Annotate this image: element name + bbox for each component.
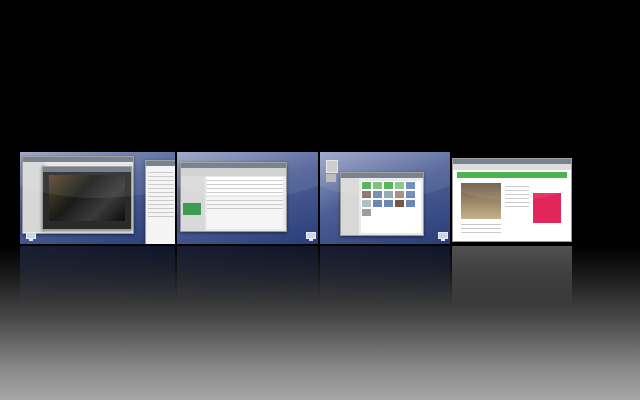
article-photo [461,183,501,219]
video-player-window[interactable] [42,166,132,230]
photo-grid [361,181,421,233]
trash-icon[interactable] [326,160,338,173]
workspace-1[interactable] [20,152,175,244]
video-frame [49,175,125,221]
site-header [457,172,567,178]
email-preview-pane [207,197,283,229]
web-browser-window[interactable] [452,158,572,242]
workspace-2[interactable] [177,152,318,244]
ad-banner[interactable] [533,193,561,223]
article-body [505,183,529,233]
workspace-reflection [20,246,572,306]
computer-icon[interactable] [305,232,317,242]
computer-icon[interactable] [25,232,37,242]
folder-icon[interactable] [326,174,336,182]
workspace-4[interactable] [452,158,572,242]
photo-browser-window[interactable] [340,172,424,236]
computer-icon[interactable] [437,232,449,242]
email-message-list [207,177,283,195]
contact-list [148,169,174,217]
photo-browser-sidebar [341,178,359,235]
email-client-window[interactable] [180,162,287,232]
browser-toolbar [453,164,571,170]
email-attachment [183,203,201,215]
article-text [461,221,501,235]
chat-window[interactable] [145,160,175,244]
video-player-titlebar[interactable] [43,167,131,172]
email-toolbar [181,168,286,176]
workspace-3[interactable] [320,152,450,244]
chat-titlebar[interactable] [146,161,175,166]
